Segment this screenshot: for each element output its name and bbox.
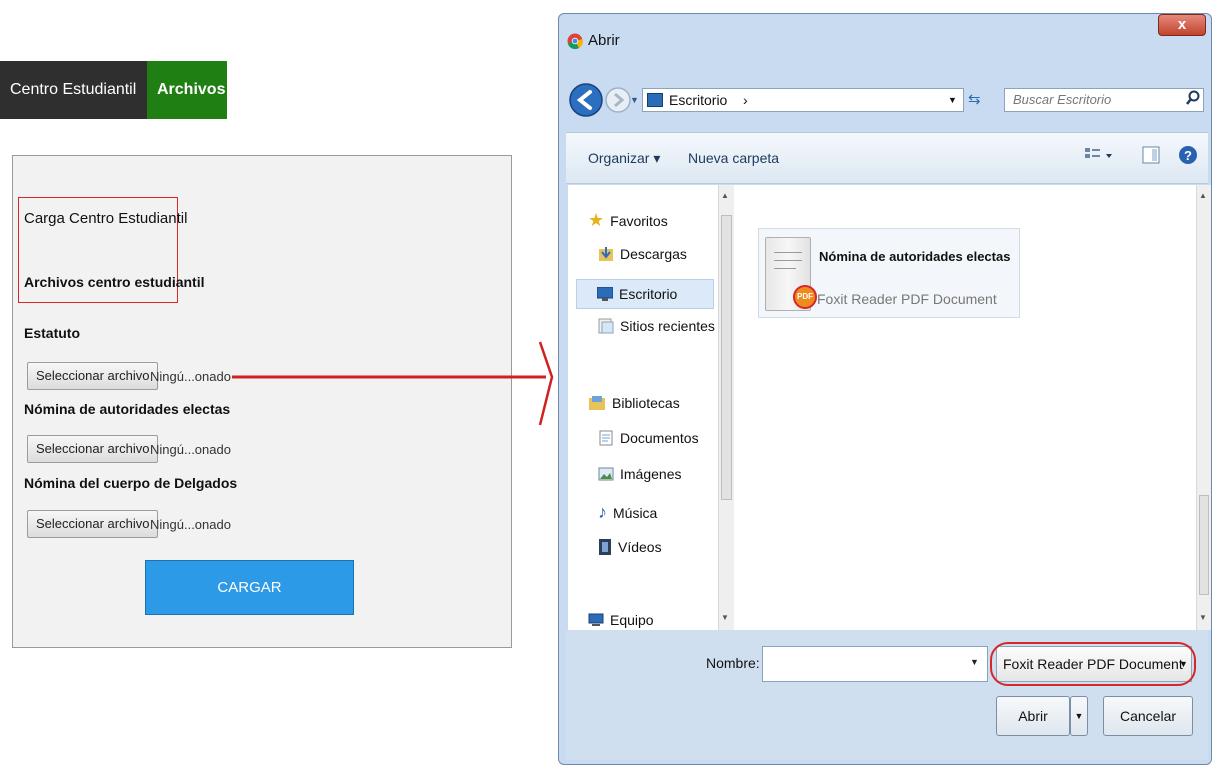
cargar-button[interactable]: CARGAR — [145, 560, 354, 615]
top-tab-bar: Centro Estudiantil Archivos — [0, 61, 227, 119]
close-button[interactable]: x — [1158, 14, 1206, 36]
file-list-scrollbar[interactable]: ▲ ▼ — [1196, 185, 1211, 630]
tab-centro-estudiantil[interactable]: Centro Estudiantil — [0, 61, 147, 119]
field-label-autoridades: Nómina de autoridades electas — [24, 401, 231, 417]
file-item-nomina-autoridades[interactable]: PDF Nómina de autoridades electas Foxit … — [758, 228, 1020, 318]
address-separator[interactable]: › — [743, 89, 748, 111]
address-dropdown-icon[interactable]: ▼ — [948, 89, 957, 111]
address-bar[interactable]: Escritorio › ▼ — [642, 88, 964, 112]
nav-libraries-label: Bibliotecas — [612, 395, 680, 411]
dialog-title: Abrir — [588, 32, 620, 49]
open-dropdown-icon[interactable]: ▼ — [1070, 696, 1088, 736]
navigation-scroll-thumb[interactable] — [721, 215, 732, 500]
nav-item-descargas[interactable]: Descargas — [598, 246, 687, 262]
libraries-icon — [589, 396, 605, 410]
nav-label-equipo: Equipo — [610, 612, 654, 628]
downloads-icon — [599, 247, 613, 261]
nav-label-descargas: Descargas — [620, 246, 687, 262]
preview-pane-icon[interactable] — [1142, 146, 1160, 169]
documents-icon — [599, 430, 613, 446]
nav-favorites-label: Favoritos — [610, 212, 668, 229]
history-dropdown-icon[interactable]: ▼ — [630, 95, 639, 105]
nav-label-videos: Vídeos — [618, 539, 662, 555]
field-label-estatuto: Estatuto — [24, 325, 80, 341]
forward-arrow-icon — [605, 87, 631, 113]
navigation-scrollbar[interactable]: ▲ ▼ — [718, 185, 735, 630]
open-button[interactable]: Abrir — [996, 696, 1070, 736]
address-location[interactable]: Escritorio — [669, 89, 727, 111]
nav-item-sitios-recientes[interactable]: Sitios recientes — [598, 318, 715, 334]
filename-input[interactable] — [762, 646, 988, 682]
nav-label-documentos: Documentos — [620, 430, 699, 446]
chrome-icon — [567, 33, 583, 54]
nav-label-imagenes: Imágenes — [620, 466, 682, 482]
file-type-highlight-circle — [990, 642, 1196, 686]
nav-item-imagenes[interactable]: Imágenes — [598, 466, 681, 482]
nav-item-musica[interactable]: ♪ Música — [598, 502, 657, 523]
desktop-icon — [597, 287, 613, 301]
refresh-icon[interactable]: ⇆ — [968, 90, 981, 108]
computer-icon — [588, 613, 604, 626]
search-input[interactable]: Buscar Escritorio — [1004, 88, 1204, 112]
select-file-button-autoridades[interactable]: Seleccionar archivo — [27, 435, 159, 463]
form-subtitle: Archivos centro estudiantil — [24, 274, 205, 290]
nav-favorites-header[interactable]: ★ Favoritos — [588, 210, 668, 231]
organize-menu[interactable]: Organizar ▾ — [588, 150, 660, 167]
back-button[interactable] — [568, 82, 604, 123]
file-status-delegados: Ningú...onado — [150, 517, 231, 532]
view-options-icon[interactable] — [1084, 146, 1114, 169]
field-label-delegados: Nómina del cuerpo de Delgados — [24, 475, 238, 491]
new-folder-button[interactable]: Nueva carpeta — [688, 150, 779, 166]
annotation-arrow — [232, 341, 554, 426]
videos-icon — [599, 539, 611, 555]
cancel-button[interactable]: Cancelar — [1103, 696, 1193, 736]
back-arrow-icon — [569, 83, 603, 117]
file-status-autoridades: Ningú...onado — [150, 442, 231, 457]
tab-archivos[interactable]: Archivos — [147, 61, 227, 119]
music-icon: ♪ — [598, 502, 607, 522]
pictures-icon — [598, 467, 614, 481]
form-title: Carga Centro Estudiantil — [24, 210, 188, 227]
nav-item-escritorio[interactable]: Escritorio — [576, 279, 714, 309]
nav-item-videos[interactable]: Vídeos — [598, 538, 662, 556]
file-name: Nómina de autoridades electas — [819, 249, 1011, 264]
nav-label-escritorio: Escritorio — [619, 286, 678, 302]
nav-label-musica: Música — [613, 504, 658, 521]
nav-label-sitios-recientes: Sitios recientes — [620, 318, 715, 334]
file-status-estatuto: Ningú...onado — [150, 369, 231, 384]
nav-item-equipo[interactable]: Equipo — [568, 612, 718, 630]
recent-places-icon — [598, 318, 614, 334]
help-icon[interactable]: ? — [1178, 145, 1198, 170]
desktop-location-icon — [647, 93, 663, 107]
forward-button[interactable] — [604, 86, 632, 119]
nav-libraries-header[interactable]: Bibliotecas — [588, 395, 680, 411]
select-file-button-estatuto[interactable]: Seleccionar archivo — [27, 362, 159, 390]
filename-label: Nombre: — [706, 655, 760, 671]
filename-dropdown-icon[interactable]: ▼ — [970, 657, 979, 667]
select-file-button-delegados[interactable]: Seleccionar archivo — [27, 510, 159, 538]
nav-item-documentos[interactable]: Documentos — [598, 430, 699, 446]
file-type: Foxit Reader PDF Document — [817, 291, 997, 307]
svg-text:?: ? — [1184, 148, 1192, 163]
pdf-badge-icon: PDF — [793, 285, 817, 309]
search-icon[interactable] — [1186, 90, 1200, 111]
file-scroll-thumb[interactable] — [1199, 495, 1209, 595]
star-icon: ★ — [588, 210, 605, 230]
